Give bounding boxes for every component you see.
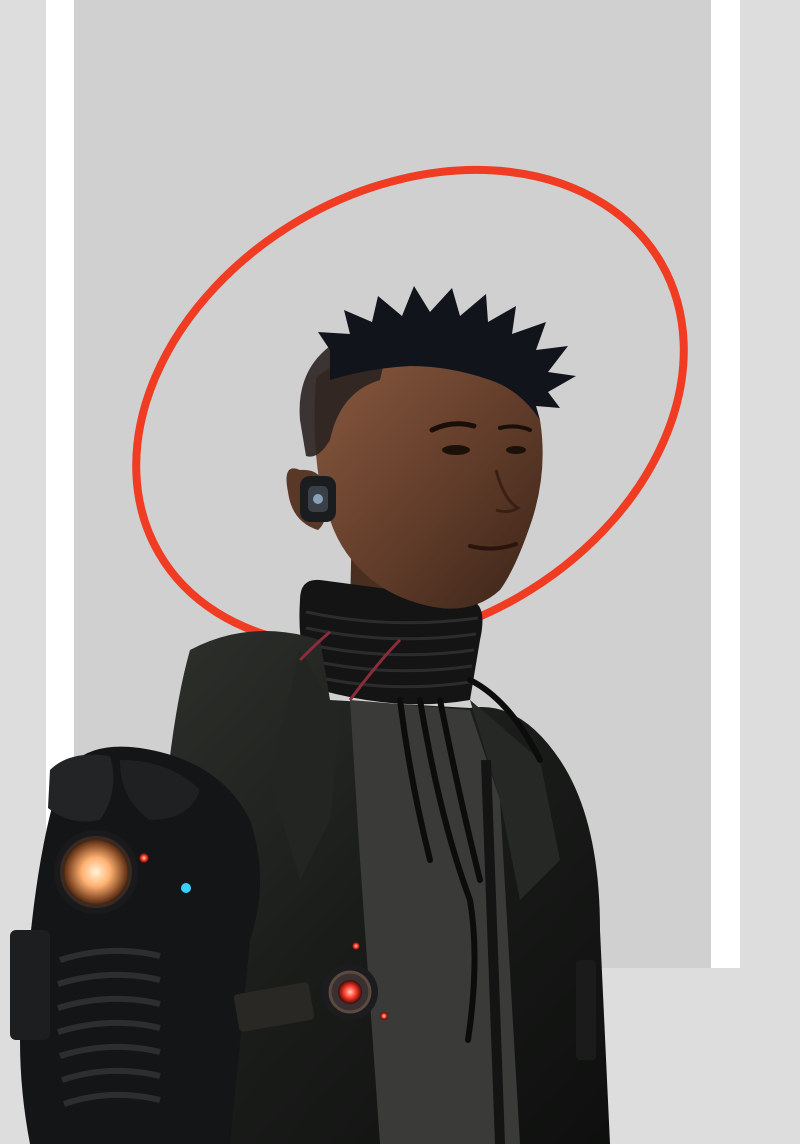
led-red (139, 853, 149, 863)
led-cyan (181, 883, 191, 893)
led-red-small (352, 942, 360, 950)
portrait-illustration (10, 165, 688, 1144)
arm-bracket (10, 930, 50, 1040)
led-red-small-2 (380, 1012, 388, 1020)
chest-core-light-icon (322, 964, 378, 1020)
ear-implant-icon (300, 476, 336, 522)
arm-glow-light-icon (54, 830, 138, 914)
side-strap (576, 960, 596, 1060)
